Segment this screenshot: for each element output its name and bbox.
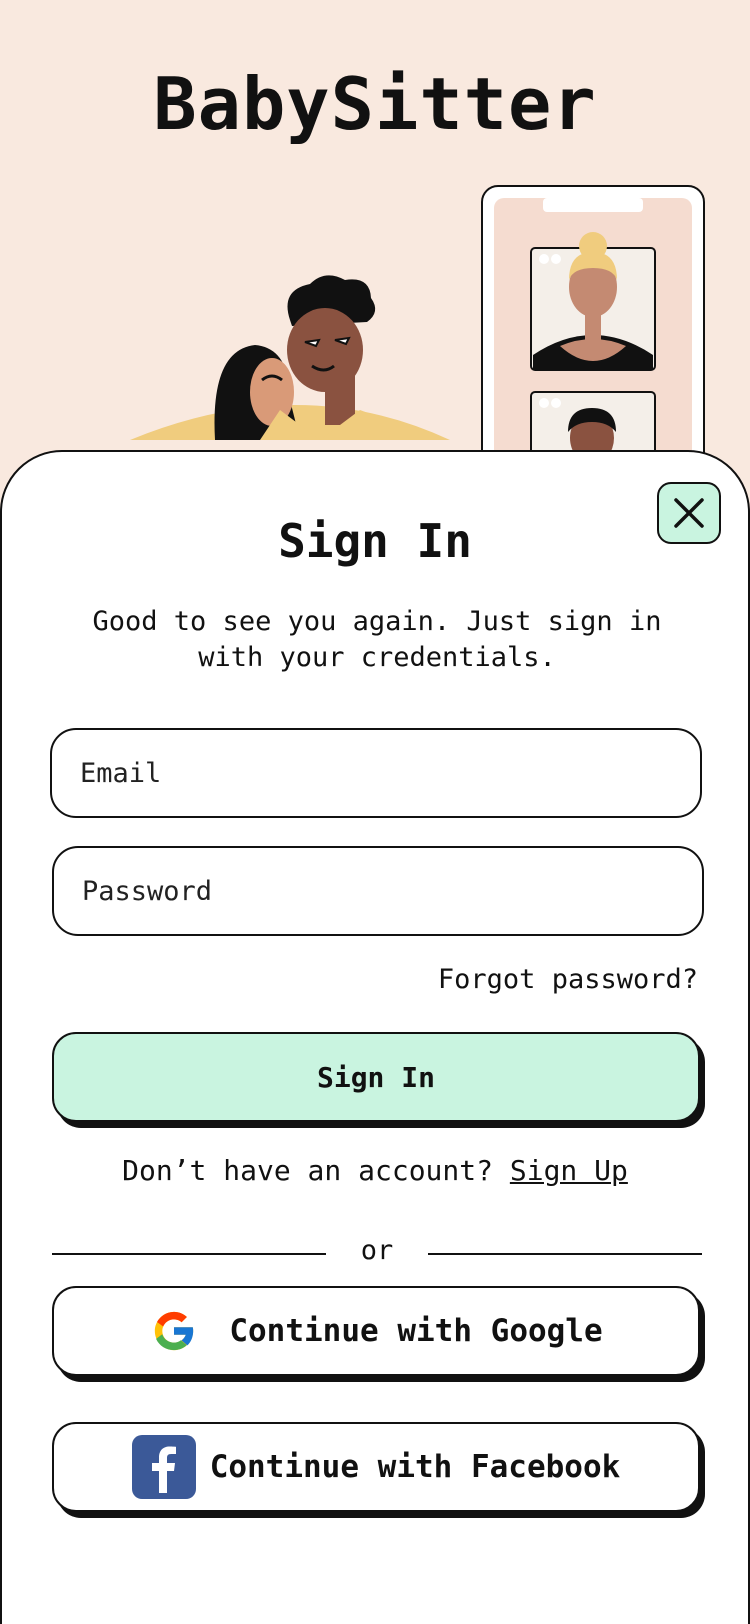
hero-illustration: [130, 185, 705, 470]
google-icon: [149, 1306, 199, 1356]
sign-in-button[interactable]: Sign In: [52, 1032, 700, 1122]
sign-in-button-label: Sign In: [316, 1060, 435, 1094]
forgot-password-link[interactable]: Forgot password?: [438, 964, 698, 995]
facebook-icon: [131, 1435, 196, 1499]
google-button-label: Continue with Google: [229, 1313, 603, 1349]
sign-in-sheet: Sign In Good to see you again. Just sign…: [0, 450, 750, 1624]
signup-prompt: Don’t have an account?: [122, 1154, 493, 1187]
facebook-button-label: Continue with Facebook: [209, 1449, 621, 1485]
or-divider: or: [52, 1235, 702, 1271]
man-face: [287, 308, 363, 392]
divider-line: [428, 1253, 702, 1255]
app-title: BabySitter: [153, 62, 597, 146]
password-field[interactable]: [52, 846, 704, 936]
sheet-subtitle: Good to see you again. Just sign in with…: [92, 606, 662, 673]
facebook-sign-in-button[interactable]: Continue with Facebook: [52, 1422, 700, 1512]
email-field[interactable]: [50, 728, 702, 818]
google-sign-in-button[interactable]: Continue with Google: [52, 1286, 700, 1376]
divider-label: or: [360, 1235, 394, 1266]
signup-row: Don’t have an account? Sign Up: [2, 1154, 748, 1187]
sheet-title: Sign In: [278, 514, 472, 568]
sign-up-link[interactable]: Sign Up: [510, 1154, 628, 1187]
